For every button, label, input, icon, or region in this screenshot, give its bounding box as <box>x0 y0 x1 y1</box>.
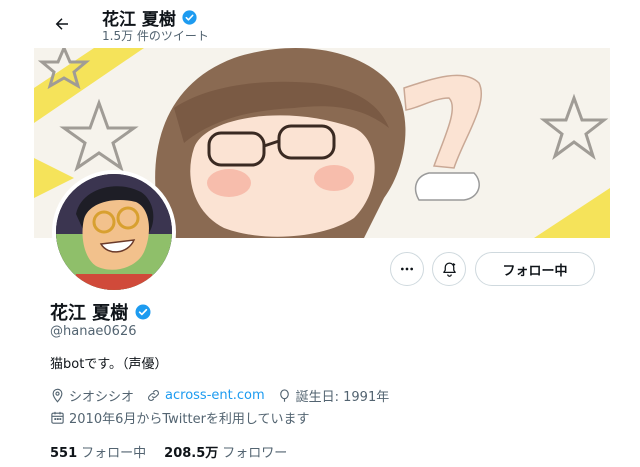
back-arrow-icon <box>55 18 68 30</box>
following-stat[interactable]: 551 フォロー中 <box>50 442 146 461</box>
notification-bell-icon <box>442 261 456 277</box>
following-label: フォロー中 <box>81 446 147 461</box>
profile-meta: シオシシオ across-ent.com 誕生日: 1991年 <box>50 386 401 405</box>
verified-badge-icon <box>182 10 197 25</box>
link-icon <box>148 390 159 401</box>
verified-badge-icon <box>135 304 151 320</box>
avatar-illustration <box>56 174 172 290</box>
birthday-item: 誕生日: 1991年 <box>277 386 390 405</box>
birthday-text: 誕生日: 1991年 <box>295 390 390 405</box>
profile-page: 花江 夏樹 1.5万 件のツイート フォロー中 花江 夏樹 @hanae0626… <box>34 0 610 467</box>
joined-item: 2010年6月からTwitterを利用しています <box>50 408 310 427</box>
profile-handle: @hanae0626 <box>50 324 137 339</box>
location-text: シオシシオ <box>69 390 135 405</box>
back-button[interactable] <box>48 10 76 38</box>
calendar-icon <box>51 411 64 424</box>
display-name: 花江 夏樹 <box>50 303 129 324</box>
more-button[interactable] <box>390 252 424 286</box>
birthday-icon <box>279 389 289 402</box>
tweet-count: 1.5万 件のツイート <box>102 29 209 43</box>
followers-stat[interactable]: 208.5万 フォロワー <box>164 442 287 461</box>
location-item: シオシシオ <box>50 386 134 405</box>
profile-bio: 猫botです。（声優） <box>50 357 168 372</box>
website-item[interactable]: across-ent.com <box>146 388 265 403</box>
more-icon <box>401 267 413 271</box>
followers-label: フォロワー <box>222 446 288 461</box>
following-count: 551 <box>50 446 78 461</box>
notification-button[interactable] <box>432 252 466 286</box>
profile-name: 花江 夏樹 <box>50 299 152 325</box>
location-icon <box>52 388 63 403</box>
website-link[interactable]: across-ent.com <box>165 388 265 403</box>
following-button[interactable]: フォロー中 <box>475 252 595 286</box>
followers-count: 208.5万 <box>164 446 219 461</box>
joined-row: 2010年6月からTwitterを利用しています <box>50 408 322 427</box>
profile-avatar[interactable] <box>52 170 176 294</box>
joined-text: 2010年6月からTwitterを利用しています <box>69 412 310 427</box>
follow-stats: 551 フォロー中 208.5万 フォロワー <box>50 442 287 461</box>
top-bar: 花江 夏樹 1.5万 件のツイート <box>34 0 610 48</box>
